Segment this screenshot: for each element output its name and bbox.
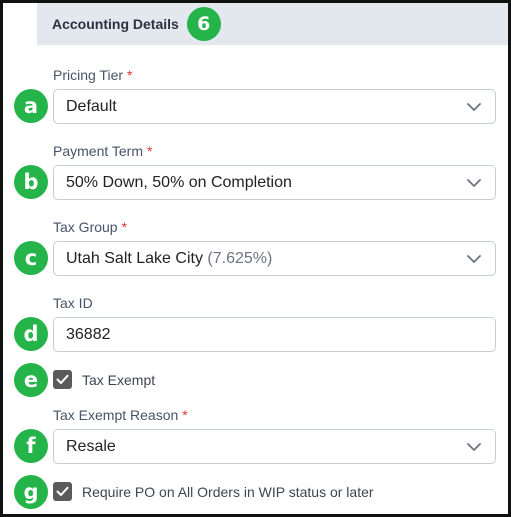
section-title: Accounting Details bbox=[52, 16, 179, 32]
payment-term-label: Payment Term * bbox=[53, 143, 152, 159]
tax-group-value: Utah Salt Lake City (7.625%) bbox=[66, 250, 466, 268]
pricing-tier-value: Default bbox=[66, 97, 117, 115]
section-header: Accounting Details 6 bbox=[37, 3, 508, 45]
tax-exempt-reason-label: Tax Exempt Reason * bbox=[53, 407, 188, 423]
require-po-label: Require PO on All Orders in WIP status o… bbox=[82, 484, 374, 500]
required-marker: * bbox=[121, 219, 128, 235]
section-step-badge: 6 bbox=[186, 7, 221, 41]
tax-id-value: 36882 bbox=[66, 325, 111, 343]
tax-exempt-label: Tax Exempt bbox=[82, 372, 156, 388]
payment-term-value: 50% Down, 50% on Completion bbox=[66, 173, 292, 191]
tax-exempt-reason-select[interactable]: Resale bbox=[53, 429, 496, 464]
step-badge-a: a bbox=[14, 89, 48, 123]
tax-id-input[interactable]: 36882 bbox=[53, 317, 496, 352]
required-marker: * bbox=[127, 67, 133, 83]
step-badge-f: f bbox=[14, 429, 48, 463]
tax-group-select[interactable]: Utah Salt Lake City (7.625%) bbox=[53, 241, 496, 276]
pricing-tier-select[interactable]: Default bbox=[53, 89, 496, 124]
step-badge-c: c bbox=[14, 241, 48, 275]
checkmark-icon bbox=[56, 486, 69, 496]
tax-group-label-text: Tax Group bbox=[53, 219, 118, 235]
tax-exempt-reason-value: Resale bbox=[66, 437, 116, 455]
pricing-tier-label: Pricing Tier * bbox=[53, 67, 132, 83]
step-badge-b: b bbox=[14, 165, 48, 199]
chevron-down-icon bbox=[467, 442, 481, 451]
step-badge-d: d bbox=[14, 317, 48, 351]
step-badge-e: e bbox=[14, 363, 48, 397]
chevron-down-icon bbox=[467, 254, 481, 263]
tax-group-rate: (7.625%) bbox=[207, 249, 273, 267]
step-badge-g: g bbox=[14, 475, 48, 509]
required-marker: * bbox=[182, 407, 188, 423]
tax-group-name: Utah Salt Lake City bbox=[66, 249, 203, 267]
chevron-down-icon bbox=[467, 102, 481, 111]
payment-term-select[interactable]: 50% Down, 50% on Completion bbox=[53, 165, 496, 200]
tax-group-label: Tax Group * bbox=[53, 219, 127, 235]
required-marker: * bbox=[147, 143, 153, 159]
accounting-details-panel: Accounting Details 6 a Pricing Tier * Def… bbox=[0, 0, 511, 517]
chevron-down-icon bbox=[467, 178, 481, 187]
payment-term-label-text: Payment Term bbox=[53, 143, 143, 159]
tax-exempt-checkbox[interactable] bbox=[53, 370, 72, 389]
require-po-checkbox[interactable] bbox=[53, 482, 72, 501]
checkmark-icon bbox=[56, 374, 69, 384]
tax-exempt-reason-label-text: Tax Exempt Reason bbox=[53, 407, 179, 423]
tax-id-label: Tax ID bbox=[53, 295, 93, 311]
pricing-tier-label-text: Pricing Tier bbox=[53, 67, 124, 83]
